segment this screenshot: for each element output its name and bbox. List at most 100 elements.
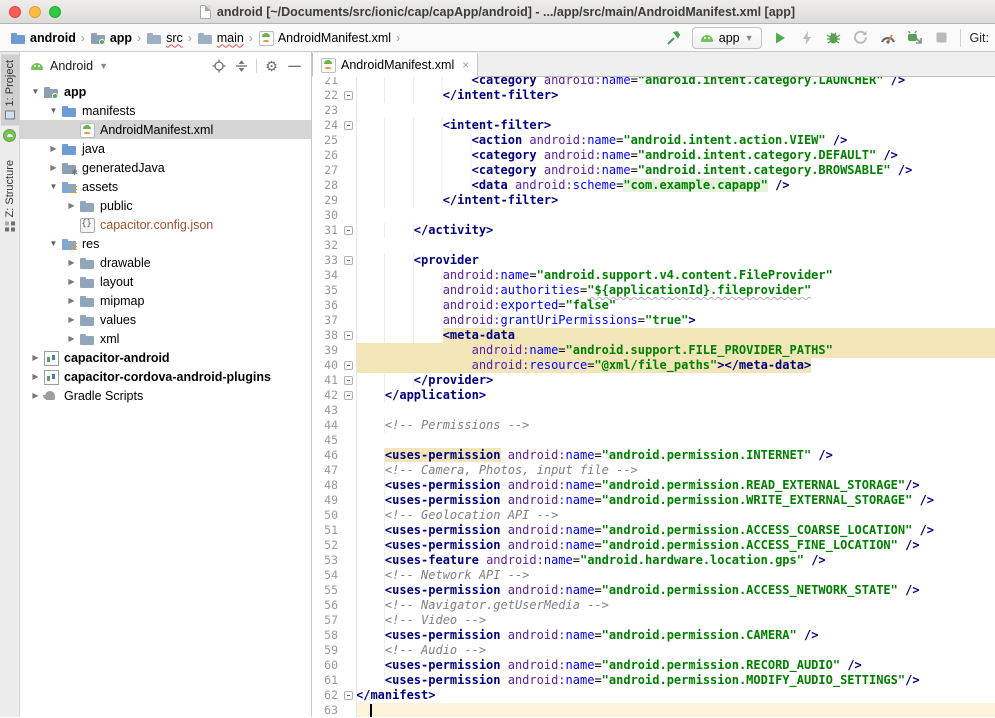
tree-item-values[interactable]: ▶values — [20, 310, 311, 329]
breadcrumb-item-src[interactable]: src — [144, 30, 185, 46]
tree-item-public[interactable]: ▶public — [20, 196, 311, 215]
fold-toggle-icon[interactable] — [340, 88, 356, 103]
close-window-button[interactable] — [9, 6, 21, 18]
tree-item-res[interactable]: ▼res — [20, 234, 311, 253]
tree-item-generatedjava[interactable]: ▶✱generatedJava — [20, 158, 311, 177]
locate-icon[interactable] — [210, 58, 227, 75]
tree-item-xml[interactable]: ▶xml — [20, 329, 311, 348]
code-line-28[interactable]: 28 <data android:scheme="com.example.cap… — [312, 178, 995, 193]
code-line-42[interactable]: 42 </application> — [312, 388, 995, 403]
code-viewport[interactable]: 21 <category android:name="android.inten… — [312, 77, 995, 717]
attach-debugger-icon[interactable] — [906, 29, 924, 47]
code-line-31[interactable]: 31 </activity> — [312, 223, 995, 238]
tree-expand-arrow-icon[interactable]: ▶ — [28, 353, 43, 362]
fold-toggle-icon[interactable] — [340, 223, 356, 238]
code-line-46[interactable]: 46 <uses-permission android:name="androi… — [312, 448, 995, 463]
tree-item-androidmanifest-xml[interactable]: AndroidManifest.xml — [20, 120, 311, 139]
hide-icon[interactable]: — — [286, 58, 303, 75]
tree-item-layout[interactable]: ▶layout — [20, 272, 311, 291]
code-line-39[interactable]: 39 android:name="android.support.FILE_PR… — [312, 343, 995, 358]
code-line-30[interactable]: 30 — [312, 208, 995, 223]
code-line-41[interactable]: 41 </provider> — [312, 373, 995, 388]
apply-changes-icon[interactable] — [798, 29, 816, 47]
stop-icon[interactable] — [933, 29, 951, 47]
tree-expand-arrow-icon[interactable]: ▶ — [64, 296, 79, 305]
update-app-icon[interactable] — [852, 29, 870, 47]
code-line-34[interactable]: 34 android:name="android.support.v4.cont… — [312, 268, 995, 283]
fold-toggle-icon[interactable] — [340, 328, 356, 343]
git-branch-label[interactable]: Git: — [970, 31, 989, 45]
tree-item-mipmap[interactable]: ▶mipmap — [20, 291, 311, 310]
code-line-47[interactable]: 47 <!-- Camera, Photos, input file --> — [312, 463, 995, 478]
code-line-44[interactable]: 44 <!-- Permissions --> — [312, 418, 995, 433]
debug-icon[interactable] — [825, 29, 843, 47]
tree-expand-arrow-icon[interactable]: ▶ — [64, 277, 79, 286]
editor-tab-androidmanifest[interactable]: AndroidManifest.xml × — [312, 53, 478, 77]
tree-item-drawable[interactable]: ▶drawable — [20, 253, 311, 272]
breadcrumb-item-android[interactable]: android — [8, 30, 78, 46]
fold-toggle-icon[interactable] — [340, 118, 356, 133]
code-line-27[interactable]: 27 <category android:name="android.inten… — [312, 163, 995, 178]
tool-window-tab-project[interactable]: 1: Project — [1, 54, 19, 125]
code-line-63[interactable]: 63 — [312, 703, 995, 717]
tree-item-capacitor-config-json[interactable]: capacitor.config.json — [20, 215, 311, 234]
fold-toggle-icon[interactable] — [340, 373, 356, 388]
code-line-53[interactable]: 53 <uses-feature android:name="android.h… — [312, 553, 995, 568]
tree-expand-arrow-icon[interactable]: ▶ — [46, 144, 61, 153]
breadcrumb-item-main[interactable]: main — [195, 30, 246, 46]
gear-icon[interactable]: ⚙ — [263, 58, 280, 75]
code-line-49[interactable]: 49 <uses-permission android:name="androi… — [312, 493, 995, 508]
code-line-33[interactable]: 33 <provider — [312, 253, 995, 268]
tree-expand-arrow-icon[interactable]: ▶ — [64, 315, 79, 324]
code-line-55[interactable]: 55 <uses-permission android:name="androi… — [312, 583, 995, 598]
breadcrumb-item-androidmanifest-xml[interactable]: AndroidManifest.xml — [256, 30, 393, 46]
code-line-59[interactable]: 59 <!-- Audio --> — [312, 643, 995, 658]
code-line-37[interactable]: 37 android:grantUriPermissions="true"> — [312, 313, 995, 328]
code-line-54[interactable]: 54 <!-- Network API --> — [312, 568, 995, 583]
code-line-43[interactable]: 43 — [312, 403, 995, 418]
tree-expand-arrow-icon[interactable]: ▶ — [28, 372, 43, 381]
tool-window-tab-structure[interactable]: Z: Structure — [1, 154, 19, 237]
code-line-38[interactable]: 38 <meta-data — [312, 328, 995, 343]
code-line-51[interactable]: 51 <uses-permission android:name="androi… — [312, 523, 995, 538]
code-line-23[interactable]: 23 — [312, 103, 995, 118]
tree-item-java[interactable]: ▶java — [20, 139, 311, 158]
code-line-29[interactable]: 29 </intent-filter> — [312, 193, 995, 208]
tree-item-app[interactable]: ▼app — [20, 82, 311, 101]
tree-item-manifests[interactable]: ▼manifests — [20, 101, 311, 120]
fold-toggle-icon[interactable] — [340, 253, 356, 268]
breadcrumb-item-app[interactable]: app — [88, 30, 134, 46]
code-line-35[interactable]: 35 android:authorities="${applicationId}… — [312, 283, 995, 298]
minimize-window-button[interactable] — [29, 6, 41, 18]
tree-expand-arrow-icon[interactable]: ▼ — [46, 182, 61, 191]
code-line-57[interactable]: 57 <!-- Video --> — [312, 613, 995, 628]
run-icon[interactable] — [771, 29, 789, 47]
tree-expand-arrow-icon[interactable]: ▶ — [28, 391, 43, 400]
tree-expand-arrow-icon[interactable]: ▶ — [64, 258, 79, 267]
code-line-58[interactable]: 58 <uses-permission android:name="androi… — [312, 628, 995, 643]
run-configuration-select[interactable]: app ▼ — [692, 27, 762, 49]
tree-expand-arrow-icon[interactable]: ▼ — [28, 87, 43, 96]
code-line-60[interactable]: 60 <uses-permission android:name="androi… — [312, 658, 995, 673]
code-line-25[interactable]: 25 <action android:name="android.intent.… — [312, 133, 995, 148]
code-line-45[interactable]: 45 — [312, 433, 995, 448]
code-line-50[interactable]: 50 <!-- Geolocation API --> — [312, 508, 995, 523]
code-line-22[interactable]: 22 </intent-filter> — [312, 88, 995, 103]
fold-toggle-icon[interactable] — [340, 358, 356, 373]
code-line-36[interactable]: 36 android:exported="false" — [312, 298, 995, 313]
collapse-all-icon[interactable] — [233, 58, 250, 75]
close-tab-icon[interactable]: × — [462, 58, 469, 72]
code-editor[interactable]: 21 <category android:name="android.inten… — [312, 77, 995, 717]
code-line-24[interactable]: 24 <intent-filter> — [312, 118, 995, 133]
code-line-61[interactable]: 61 <uses-permission android:name="androi… — [312, 673, 995, 688]
fold-toggle-icon[interactable] — [340, 688, 356, 703]
code-line-26[interactable]: 26 <category android:name="android.inten… — [312, 148, 995, 163]
code-line-48[interactable]: 48 <uses-permission android:name="androi… — [312, 478, 995, 493]
zoom-window-button[interactable] — [49, 6, 61, 18]
tree-item-capacitor-cordova-android-plugins[interactable]: ▶capacitor-cordova-android-plugins — [20, 367, 311, 386]
tree-item-gradle-scripts[interactable]: ▶Gradle Scripts — [20, 386, 311, 405]
tree-expand-arrow-icon[interactable]: ▼ — [46, 106, 61, 115]
code-line-40[interactable]: 40 android:resource="@xml/file_paths"></… — [312, 358, 995, 373]
code-line-56[interactable]: 56 <!-- Navigator.getUserMedia --> — [312, 598, 995, 613]
code-line-62[interactable]: 62</manifest> — [312, 688, 995, 703]
